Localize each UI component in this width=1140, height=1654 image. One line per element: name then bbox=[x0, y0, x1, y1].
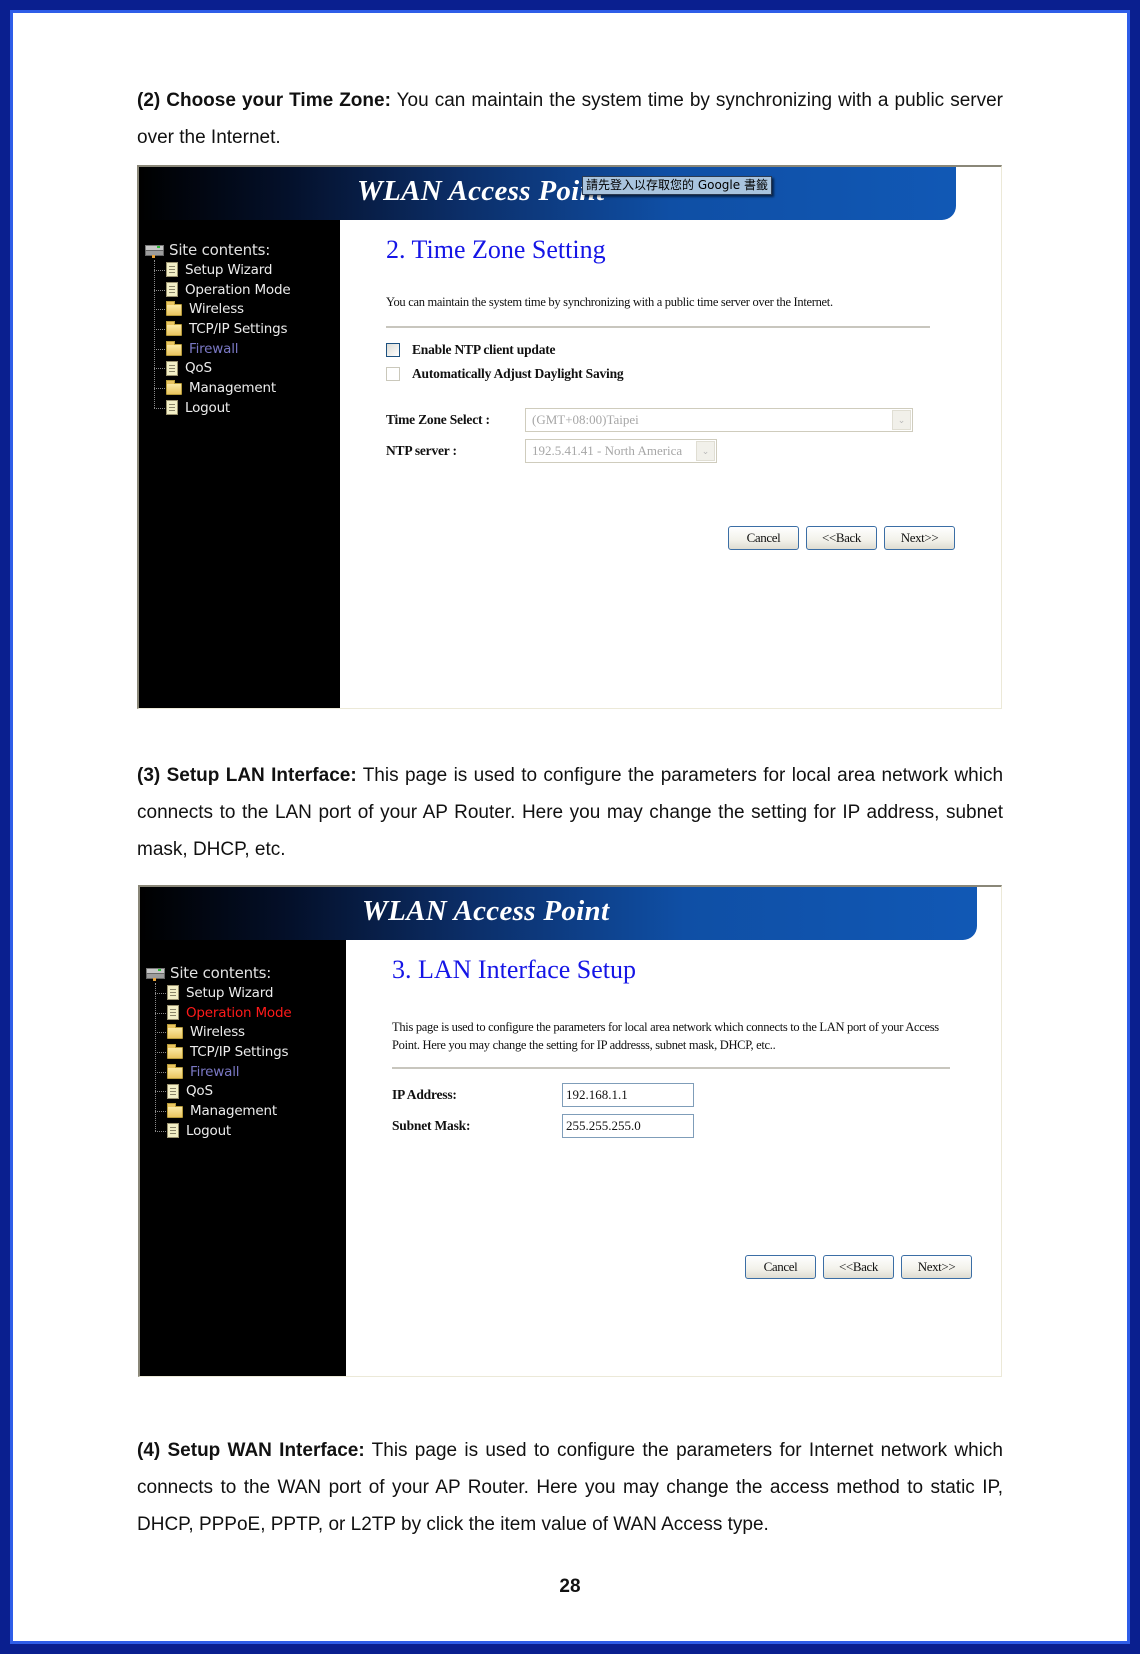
time-zone-label: Time Zone Select : bbox=[386, 412, 490, 427]
nav-firewall[interactable]: Firewall bbox=[155, 1062, 291, 1082]
time-zone-row: Time Zone Select : (GMT+08:00)Taipei ⌄ bbox=[386, 408, 913, 432]
site-contents-tree: Site contents: Setup Wizard Operation Mo… bbox=[145, 240, 291, 418]
paragraph-heading: (4) Setup WAN Interface: bbox=[137, 1440, 365, 1461]
chevron-down-icon[interactable]: ⌄ bbox=[696, 441, 715, 461]
paragraph-heading: (2) Choose your Time Zone: bbox=[137, 90, 391, 111]
nav-operation-mode[interactable]: Operation Mode bbox=[154, 280, 291, 300]
tree-root: Site contents: bbox=[146, 963, 291, 983]
ip-address-label: IP Address: bbox=[392, 1087, 457, 1102]
ntp-server-label: NTP server : bbox=[386, 443, 457, 458]
divider bbox=[386, 326, 930, 328]
tree-root-label: Site contents: bbox=[170, 964, 272, 982]
cancel-button[interactable]: Cancel bbox=[745, 1255, 816, 1279]
ip-address-row: IP Address: bbox=[392, 1083, 694, 1107]
google-bookmarks-tooltip: 請先登入以存取您的 Google 書籤 bbox=[582, 176, 772, 195]
document-icon bbox=[166, 282, 178, 298]
paragraph-wan-interface: (4) Setup WAN Interface: This page is us… bbox=[137, 1432, 1003, 1543]
page-description: This page is used to configure the param… bbox=[392, 1020, 939, 1052]
folder-icon bbox=[166, 379, 182, 395]
paragraph-lan-interface: (3) Setup LAN Interface: This page is us… bbox=[137, 757, 1003, 868]
folder-icon bbox=[167, 1043, 183, 1059]
folder-icon bbox=[167, 1063, 183, 1079]
subnet-mask-row: Subnet Mask: bbox=[392, 1114, 694, 1138]
nav-wireless[interactable]: Wireless bbox=[155, 1022, 291, 1042]
daylight-saving-label: Automatically Adjust Daylight Saving bbox=[412, 366, 624, 381]
nav-firewall[interactable]: Firewall bbox=[154, 339, 290, 359]
document-icon bbox=[167, 1123, 179, 1139]
wizard-buttons: Cancel <<Back Next>> bbox=[745, 1255, 972, 1279]
folder-icon bbox=[166, 301, 182, 317]
enable-ntp-row: Enable NTP client update bbox=[386, 342, 556, 358]
divider bbox=[392, 1067, 950, 1069]
tree-root-label: Site contents: bbox=[169, 241, 271, 259]
nav-tcpip-settings[interactable]: TCP/IP Settings bbox=[155, 1042, 291, 1062]
document-icon bbox=[167, 1005, 179, 1021]
server-icon bbox=[146, 967, 165, 981]
document-icon bbox=[167, 1083, 179, 1099]
ntp-server-value: 192.5.41.41 - North America bbox=[532, 443, 683, 458]
back-button[interactable]: <<Back bbox=[823, 1255, 894, 1279]
nav-qos[interactable]: QoS bbox=[155, 1081, 291, 1101]
subnet-mask-input[interactable] bbox=[562, 1114, 694, 1138]
folder-icon bbox=[166, 340, 182, 356]
site-contents-tree: Site contents: Setup Wizard Operation Mo… bbox=[146, 963, 292, 1141]
app-title: WLAN Access Point bbox=[362, 895, 610, 927]
nav-setup-wizard[interactable]: Setup Wizard bbox=[155, 983, 291, 1003]
screenshot-lan-interface-setup: WLAN Access Point Site contents: Setup W… bbox=[138, 885, 1002, 1377]
back-button[interactable]: <<Back bbox=[806, 526, 877, 550]
daylight-saving-checkbox[interactable] bbox=[386, 367, 400, 381]
tree-items: Setup Wizard Operation Mode Wireless TCP… bbox=[154, 260, 291, 418]
next-button[interactable]: Next>> bbox=[884, 526, 955, 550]
paragraph-time-zone: (2) Choose your Time Zone: You can maint… bbox=[137, 82, 1003, 156]
nav-management[interactable]: Management bbox=[155, 1101, 291, 1121]
subnet-mask-label: Subnet Mask: bbox=[392, 1118, 471, 1133]
nav-logout[interactable]: Logout bbox=[154, 398, 290, 418]
ntp-server-row: NTP server : 192.5.41.41 - North America… bbox=[386, 439, 717, 463]
nav-logout[interactable]: Logout bbox=[155, 1121, 291, 1141]
document-icon bbox=[166, 262, 178, 278]
tree-items: Setup Wizard Operation Mode Wireless TCP… bbox=[155, 983, 292, 1141]
nav-qos[interactable]: QoS bbox=[154, 358, 290, 378]
app-title: WLAN Access Point bbox=[357, 175, 605, 207]
folder-icon bbox=[166, 320, 182, 336]
ntp-server-select[interactable]: 192.5.41.41 - North America ⌄ bbox=[525, 439, 717, 463]
nav-tcpip-settings[interactable]: TCP/IP Settings bbox=[154, 319, 290, 339]
page-title: 3. LAN Interface Setup bbox=[392, 955, 637, 984]
time-zone-value: (GMT+08:00)Taipei bbox=[532, 412, 639, 427]
enable-ntp-label: Enable NTP client update bbox=[412, 342, 556, 357]
nav-management[interactable]: Management bbox=[154, 378, 290, 398]
enable-ntp-checkbox[interactable] bbox=[386, 343, 400, 357]
time-zone-select[interactable]: (GMT+08:00)Taipei ⌄ bbox=[525, 408, 913, 432]
next-button[interactable]: Next>> bbox=[901, 1255, 972, 1279]
daylight-saving-row: Automatically Adjust Daylight Saving bbox=[386, 366, 624, 382]
cancel-button[interactable]: Cancel bbox=[728, 526, 799, 550]
page-title: 2. Time Zone Setting bbox=[386, 235, 606, 264]
folder-icon bbox=[167, 1024, 183, 1040]
nav-setup-wizard[interactable]: Setup Wizard bbox=[154, 260, 290, 280]
document-icon bbox=[166, 360, 178, 376]
server-icon bbox=[145, 244, 164, 258]
nav-wireless[interactable]: Wireless bbox=[154, 299, 290, 319]
ip-address-input[interactable] bbox=[562, 1083, 694, 1107]
tree-root: Site contents: bbox=[145, 240, 290, 260]
document-icon bbox=[166, 400, 178, 416]
page-number: 28 bbox=[559, 1576, 581, 1597]
chevron-down-icon[interactable]: ⌄ bbox=[892, 410, 911, 430]
nav-operation-mode[interactable]: Operation Mode bbox=[155, 1003, 292, 1023]
wizard-buttons: Cancel <<Back Next>> bbox=[728, 526, 955, 550]
screenshot-time-zone-setting: WLAN Access Point 請先登入以存取您的 Google 書籤 Si… bbox=[137, 165, 1002, 709]
document-icon bbox=[167, 985, 179, 1001]
page-description: You can maintain the system time by sync… bbox=[386, 295, 833, 309]
folder-icon bbox=[167, 1102, 183, 1118]
paragraph-heading: (3) Setup LAN Interface: bbox=[137, 765, 357, 786]
